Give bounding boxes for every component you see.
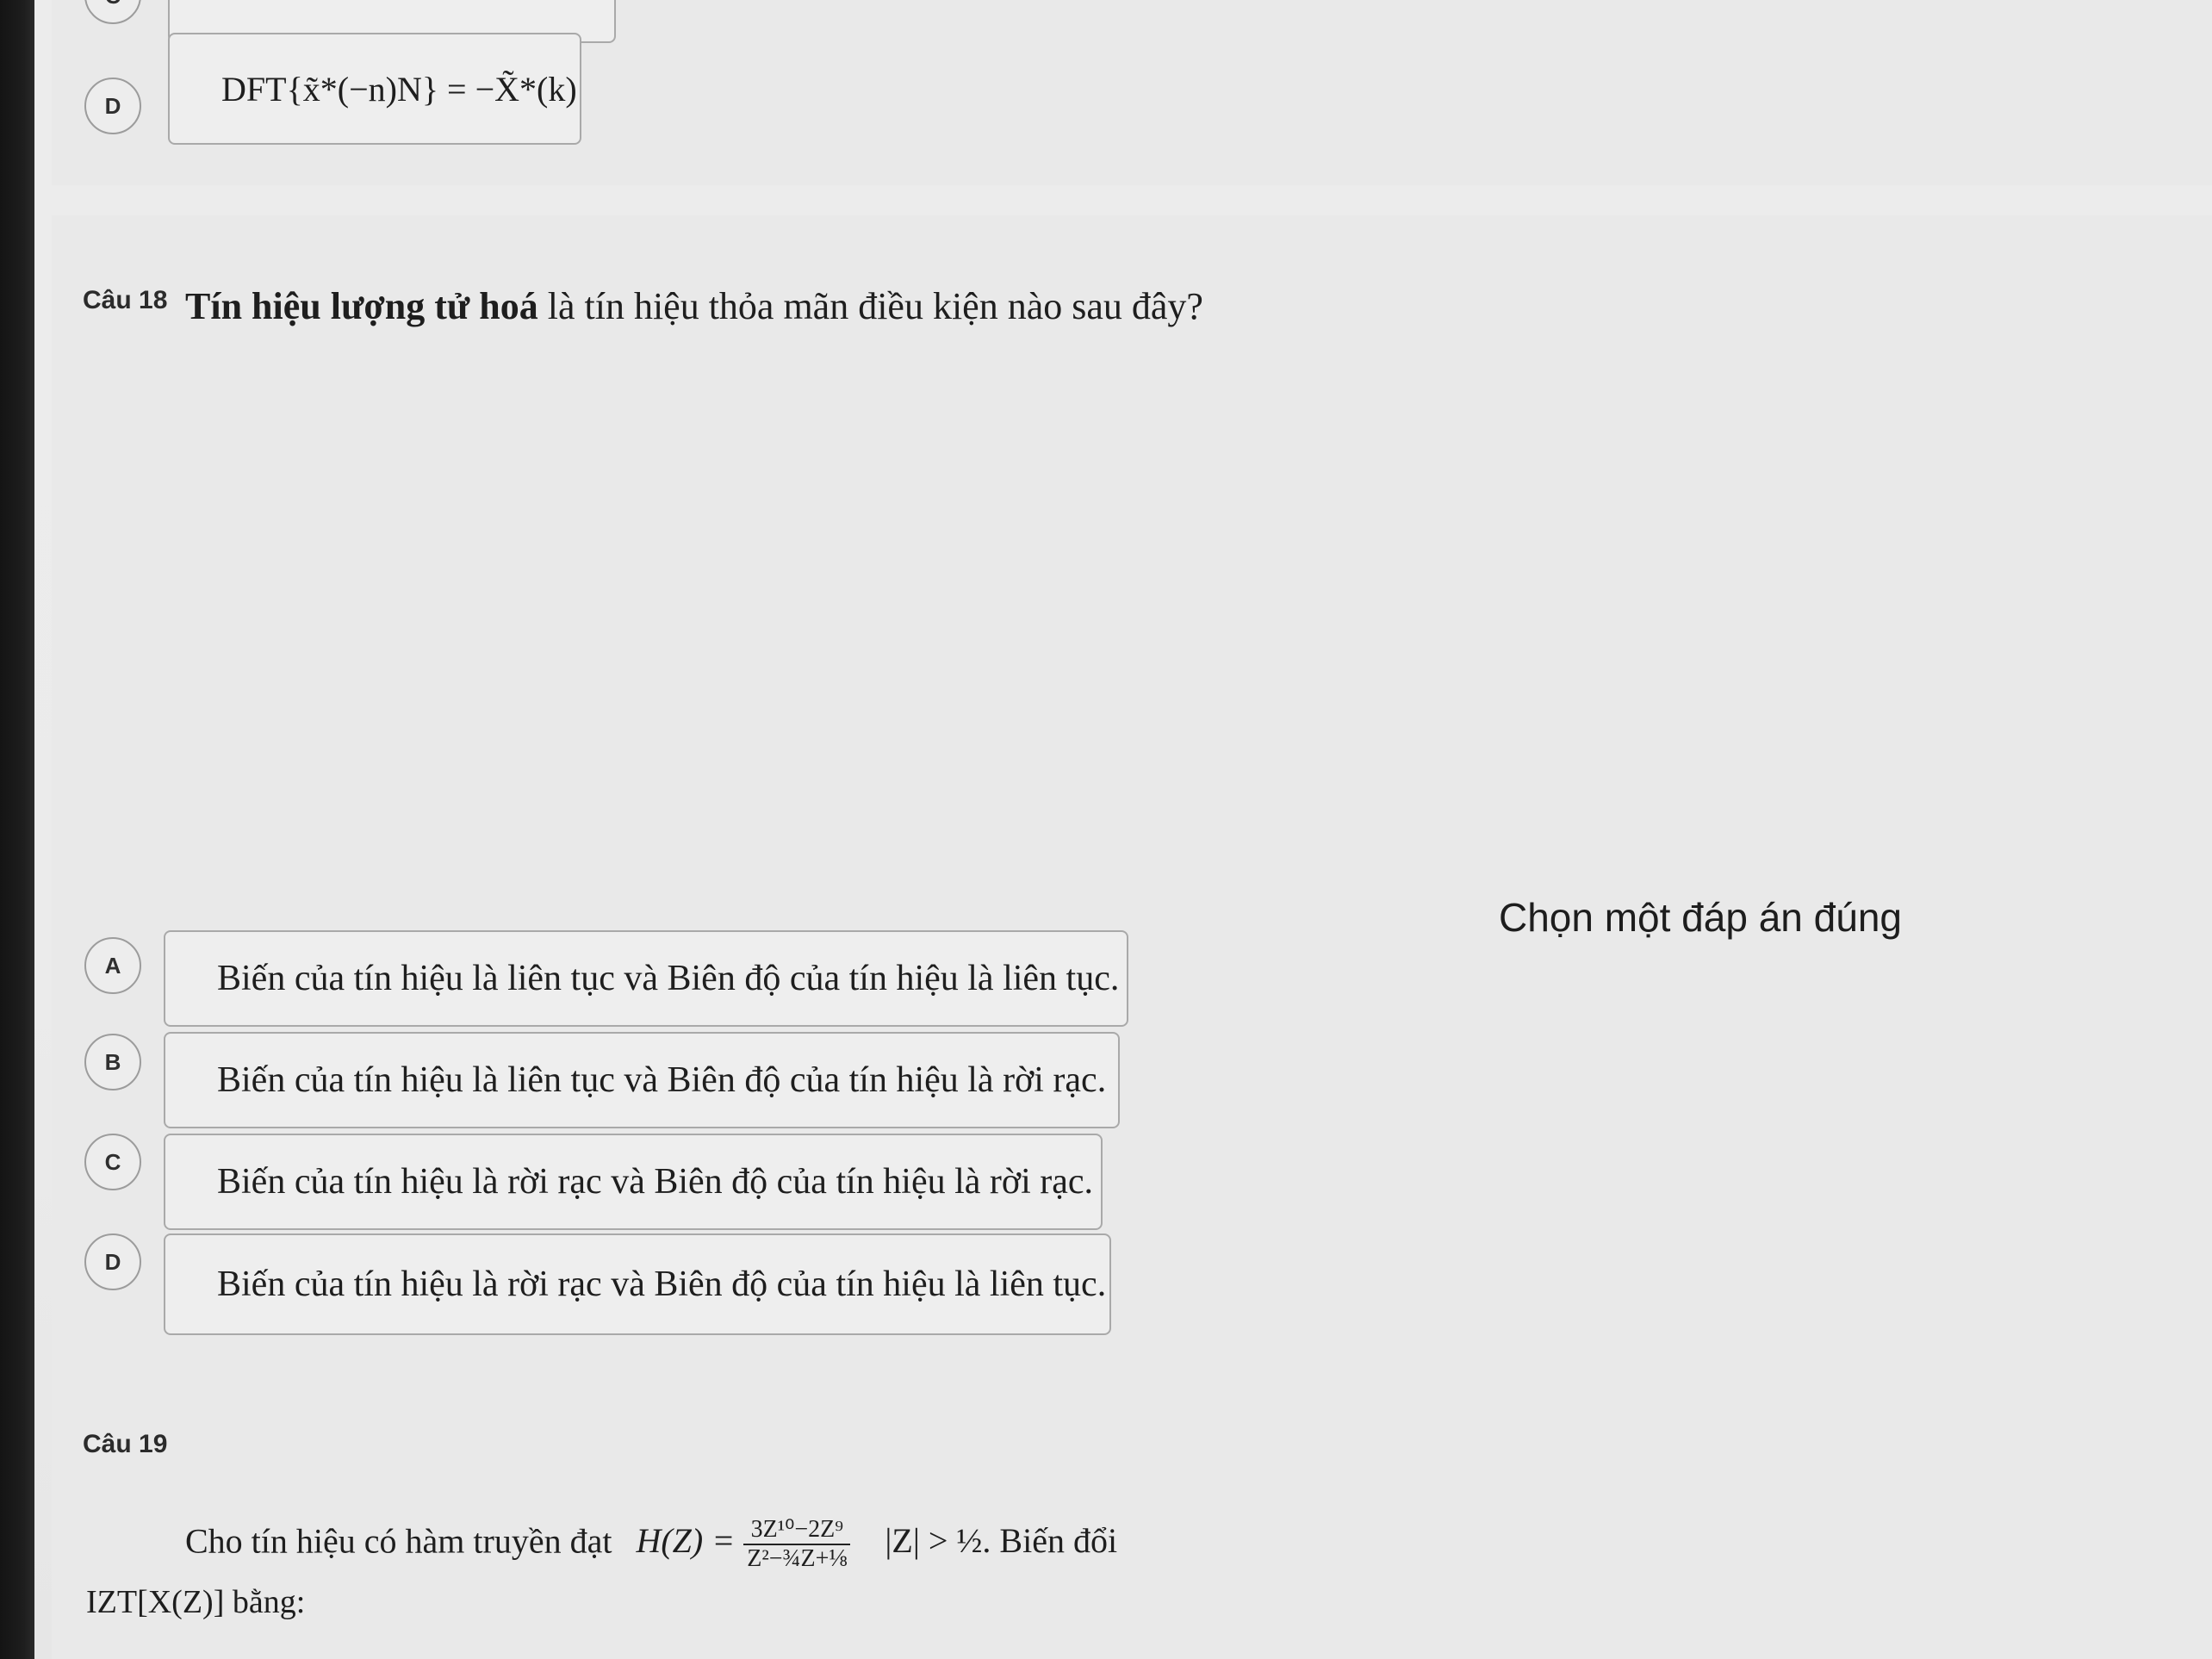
q17-option-d-box[interactable]: DFT{x̃*(−n)N} = −X̃*(k) (168, 33, 581, 145)
q17-option-d-letter[interactable]: D (84, 78, 141, 134)
question-19-condition: |Z| > ½. Biến đổi (885, 1521, 1118, 1561)
question-18-text-bold: Tín hiệu lượng tử hoá (185, 285, 538, 327)
option-c-box[interactable]: Biến của tín hiệu là rời rạc và Biên độ … (164, 1134, 1103, 1230)
option-b-letter[interactable]: B (84, 1034, 141, 1090)
option-a-letter[interactable]: A (84, 937, 141, 994)
question-19-fraction-denominator: Z²−¾Z+⅛ (747, 1545, 848, 1573)
option-a-box[interactable]: Biến của tín hiệu là liên tục và Biên độ… (164, 930, 1128, 1027)
option-d-letter-text: D (104, 1248, 121, 1275)
question-19-fraction: 3Z¹⁰−2Z⁹ Z²−¾Z+⅛ (743, 1516, 851, 1573)
question-19-number: Câu 19 (83, 1430, 168, 1458)
question-19-text-main: Cho tín hiệu có hàm truyền đạt (185, 1521, 612, 1561)
question-18-number: Câu 18 (83, 286, 168, 314)
question-19-formula-lhs: H(Z) = (636, 1521, 736, 1561)
question-19-formula: H(Z) = 3Z¹⁰−2Z⁹ Z²−¾Z+⅛ |Z| > ½. Biến đổ… (636, 1516, 1118, 1572)
q17-option-c-letter-text: C (105, 0, 121, 9)
option-c-letter[interactable]: C (84, 1134, 141, 1190)
option-b-text: Biến của tín hiệu là liên tục và Biên độ… (217, 1060, 1107, 1100)
choose-one-prompt: Chọn một đáp án đúng (1498, 895, 1902, 940)
option-c-letter-text: C (104, 1148, 121, 1175)
option-c-text: Biến của tín hiệu là rời rạc và Biên độ … (217, 1162, 1094, 1202)
option-d-box[interactable]: Biến của tín hiệu là rời rạc và Biên độ … (164, 1233, 1111, 1335)
option-a-text: Biến của tín hiệu là liên tục và Biên độ… (217, 959, 1120, 998)
question-18-text-rest: là tín hiệu thỏa mãn điều kiện nào sau đ… (537, 285, 1203, 327)
option-d-text: Biến của tín hiệu là rời rạc và Biên độ … (217, 1264, 1107, 1304)
question-19-text: Cho tín hiệu có hàm truyền đạt H(Z) = 3Z… (185, 1516, 1117, 1573)
question-19-fraction-numerator: 3Z¹⁰−2Z⁹ (743, 1516, 851, 1546)
option-d-letter[interactable]: D (84, 1233, 141, 1290)
monitor-bezel (0, 0, 34, 1659)
option-b-box[interactable]: Biến của tín hiệu là liên tục và Biên độ… (164, 1032, 1120, 1128)
q17-option-d-letter-text: D (104, 92, 121, 119)
q17-option-d-formula: DFT{x̃*(−n)N} = −X̃*(k) (221, 69, 577, 109)
option-b-letter-text: B (104, 1048, 121, 1075)
question-19-second-line: IZT[X(Z)] bằng: (86, 1584, 306, 1620)
quiz-page: C D DFT{x̃*(−n)N} = −X̃*(k) Câu 18 Tín h… (34, 0, 2212, 1659)
question-18-text: Tín hiệu lượng tử hoá là tín hiệu thỏa m… (185, 284, 1203, 328)
option-a-letter-text: A (104, 952, 121, 979)
